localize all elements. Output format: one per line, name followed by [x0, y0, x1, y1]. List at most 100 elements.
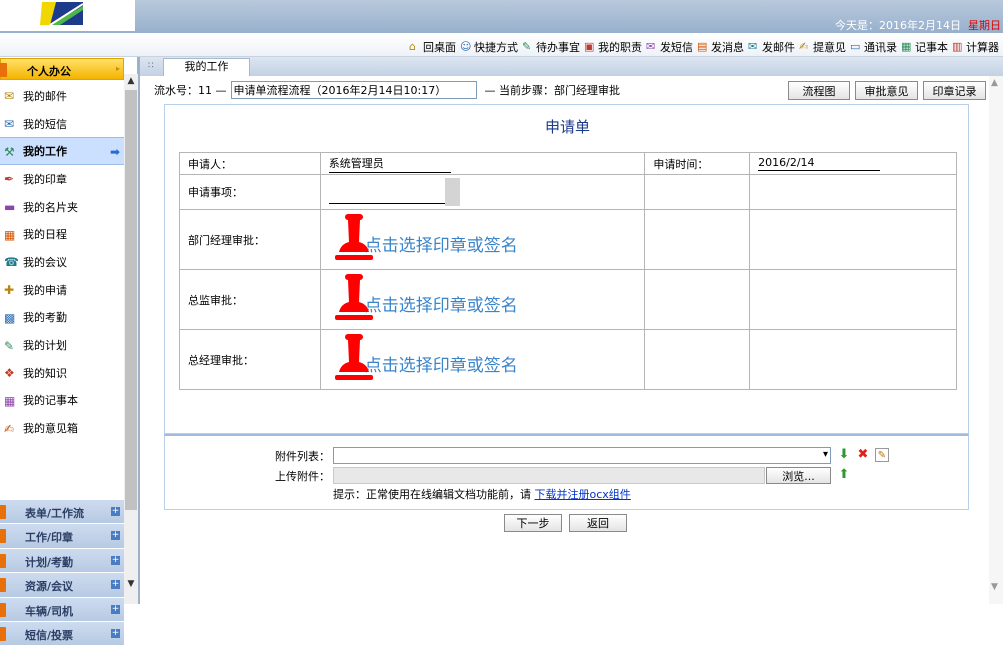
quick-item-label: 待办事宜 [536, 41, 580, 54]
sidebar-category[interactable]: 短信/投票 + [0, 621, 124, 646]
quick-suggest-button[interactable]: ✍ 提意见 [799, 39, 846, 55]
next-step-button[interactable]: 下一步 [504, 514, 562, 532]
sidebar-category[interactable]: 车辆/司机 + [0, 597, 124, 622]
approval-label-dept: 部门经理审批： [179, 209, 321, 270]
sidebar-item-label: 我的短信 [23, 117, 67, 131]
approval-cell-dept: 点击选择印章或签名 [319, 209, 646, 270]
scroll-up-icon[interactable]: ▲ [991, 78, 998, 88]
quick-toolbar-items: ⌂ 回桌面 ☺ 快捷方式 ✎ 待办事宜 ▣ 我的职责 ✉ 发短信 ▤ 发消息 ✉ 发邮件 ✍ 提意见 ▭ 通讯录 ▦… [405, 39, 999, 55]
sidebar-item-notepad[interactable]: ▦ 我的记事本 [0, 387, 124, 415]
chevron-right-icon: ▸ [115, 64, 120, 73]
sidebar-item-meeting[interactable]: ☎ 我的会议 [0, 248, 124, 276]
ocx-hint: 提示：正常使用在线编辑文档功能前，请 下载并注册ocx组件 [333, 486, 631, 502]
smiley-icon: ☺ [460, 40, 472, 53]
bookmark-icon [0, 602, 6, 617]
expand-icon[interactable]: + [111, 580, 120, 590]
expand-icon[interactable]: + [111, 555, 120, 565]
quick-smiley-button[interactable]: ☺ 快捷方式 [460, 39, 518, 55]
sidebar-item-attendance[interactable]: ▩ 我的考勤 [0, 304, 124, 332]
bookmark-icon [0, 626, 6, 641]
table-row: 部门经理审批： 点击选择印章或签名 [179, 209, 957, 270]
back-button[interactable]: 返回 [569, 514, 627, 532]
table-row: 总监审批： 点击选择印章或签名 [179, 269, 957, 330]
sidebar-item-label: 我的会议 [23, 255, 67, 269]
quick-message-button[interactable]: ▤ 发消息 [697, 39, 744, 55]
sidebar-item-apply[interactable]: ✚ 我的申请 [0, 276, 124, 304]
scroll-down-icon[interactable]: ▼ [124, 577, 138, 591]
quick-todo-button[interactable]: ✎ 待办事宜 [522, 39, 580, 55]
quick-item-label: 发消息 [711, 41, 744, 54]
seal-picker-dept[interactable]: 点击选择印章或签名 [329, 212, 645, 268]
scroll-down-icon[interactable]: ▼ [991, 582, 998, 592]
sidebar-item-label: 我的记事本 [23, 394, 78, 408]
matter-scrollbar[interactable] [444, 178, 460, 206]
serial-label: 流水号：11 — [154, 84, 227, 97]
approval-opinion-button[interactable]: 审批意见 [855, 81, 918, 100]
quick-calculator-button[interactable]: ▥ 计算器 [952, 39, 999, 55]
seal-picker-director[interactable]: 点击选择印章或签名 [329, 272, 645, 328]
approval-label-gm: 总经理审批： [179, 329, 321, 390]
seal-record-button[interactable]: 印章记录 [923, 81, 986, 100]
sidebar-header[interactable]: 个人办公 ▸ [0, 58, 124, 80]
bookmark-icon [0, 505, 6, 519]
sidebar-category[interactable]: 资源/会议 + [0, 573, 124, 598]
browse-button[interactable]: 浏览... [766, 467, 831, 484]
attachments-panel: 附件列表： ▾ ⬇ ✖ ✎ 上传附件： 浏览... ⬆ 提示：正常使用在线编辑文… [164, 434, 969, 510]
quick-home-button[interactable]: ⌂ 回桌面 [409, 39, 456, 55]
top-banner: 今天是：2016年2月14日 星期日 [0, 0, 1003, 33]
upload-icon[interactable]: ⬆ [837, 468, 851, 482]
sidebar-item-label: 我的意见箱 [23, 422, 78, 436]
sidebar-item-calendar[interactable]: ▦ 我的日程 [0, 220, 124, 248]
time-value: 2016/2/14 [758, 156, 881, 171]
duty-icon: ▣ [584, 40, 595, 53]
quick-contacts-button[interactable]: ▭ 通讯录 [850, 39, 897, 55]
sidebar-item-work[interactable]: ⚒ 我的工作 ➡ [0, 137, 124, 166]
sidebar-item-label: 我的名片夹 [23, 200, 78, 214]
scroll-up-icon[interactable]: ▲ [124, 74, 138, 88]
expand-icon[interactable]: + [111, 604, 120, 614]
upload-path-input[interactable] [333, 467, 765, 484]
sidebar-item-seal[interactable]: ✒ 我的印章 [0, 165, 124, 193]
seal-picker-gm[interactable]: 点击选择印章或签名 [329, 332, 645, 388]
sidebar-item-suggest[interactable]: ✍ 我的意见箱 [0, 414, 124, 442]
applicant-value: 系统管理员 [328, 155, 451, 173]
empty-cell [749, 269, 957, 330]
matter-field[interactable] [328, 178, 460, 206]
attachment-select[interactable]: ▾ [333, 447, 831, 464]
sidebar-scrollbar[interactable]: ▲ ▼ [124, 74, 138, 604]
bookmark-icon [0, 529, 6, 544]
expand-icon[interactable]: + [111, 531, 120, 541]
matter-value [328, 203, 445, 204]
attendance-icon: ▩ [4, 310, 16, 325]
sidebar-item-mail[interactable]: ✉ 我的邮件 [0, 82, 124, 110]
sidebar-header-label: 个人办公 [27, 65, 71, 78]
quick-duty-button[interactable]: ▣ 我的职责 [584, 39, 642, 55]
sidebar-item-card[interactable]: ▬ 我的名片夹 [0, 193, 124, 221]
sidebar-category[interactable]: 表单/工作流 + [0, 500, 124, 525]
sidebar-item-knowledge[interactable]: ❖ 我的知识 [0, 359, 124, 387]
quick-item-label: 提意见 [813, 41, 846, 54]
download-icon[interactable]: ⬇ [837, 448, 851, 462]
edit-icon[interactable]: ✎ [875, 448, 889, 462]
sidebar-item-sms[interactable]: ✉ 我的短信 [0, 110, 124, 138]
expand-icon[interactable]: + [111, 507, 120, 516]
flow-name-input[interactable] [230, 81, 477, 99]
sidebar-category[interactable]: 计划/考勤 + [0, 548, 124, 574]
quick-mail-button[interactable]: ✉ 发邮件 [748, 39, 795, 55]
scroll-thumb[interactable] [125, 90, 137, 510]
tab-my-work[interactable]: 我的工作 [163, 58, 250, 76]
sidebar-item-label: 我的申请 [23, 283, 67, 297]
flow-info: 流水号：11 — — 当前步骤：部门经理审批 [154, 81, 620, 99]
quick-sms-button[interactable]: ✉ 发短信 [646, 39, 693, 55]
quick-notepad-button[interactable]: ▦ 记事本 [901, 39, 948, 55]
flowchart-button[interactable]: 流程图 [788, 81, 850, 100]
sidebar-category[interactable]: 工作/印章 + [0, 524, 124, 549]
ocx-download-link[interactable]: 下载并注册ocx组件 [535, 488, 631, 501]
main-scrollbar[interactable]: ▲ ▼ [989, 76, 1003, 604]
delete-icon[interactable]: ✖ [856, 448, 870, 462]
expand-icon[interactable]: + [111, 628, 120, 638]
sidebar-item-plan[interactable]: ✎ 我的计划 [0, 331, 124, 359]
approval-cell-gm: 点击选择印章或签名 [319, 329, 646, 390]
calculator-icon: ▥ [952, 40, 963, 53]
sidebar-category-label: 表单/工作流 [25, 507, 85, 520]
